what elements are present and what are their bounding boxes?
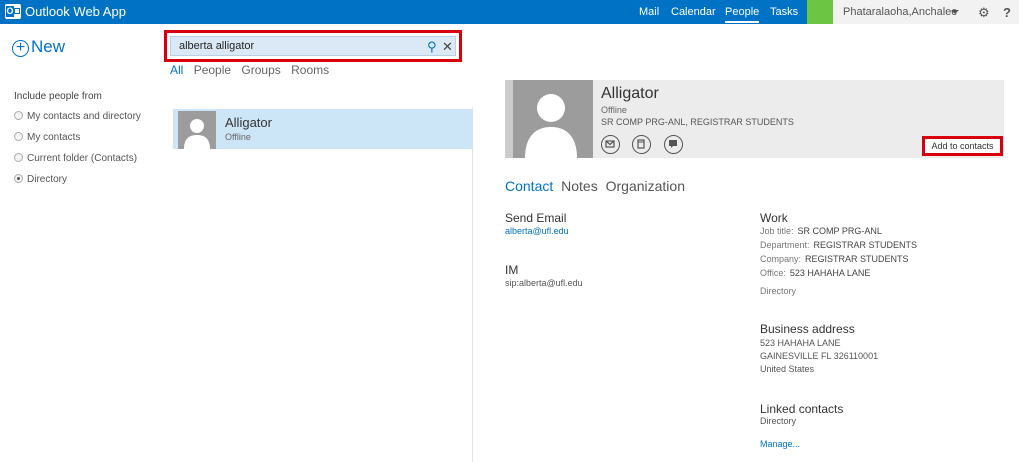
contact-actions	[601, 135, 691, 159]
contact-name: Alligator	[601, 85, 659, 102]
radio-icon[interactable]	[14, 111, 23, 120]
radio-current-folder[interactable]: Current folder (Contacts)	[14, 153, 137, 167]
radio-label[interactable]: My contacts and directory	[27, 111, 141, 122]
presence-block	[807, 0, 833, 24]
radio-selected-icon[interactable]	[14, 174, 23, 183]
contact-photo	[513, 80, 593, 158]
email-icon[interactable]	[601, 135, 620, 154]
department-row: Department: REGISTRAR STUDENTS	[760, 240, 917, 250]
filter-rooms[interactable]: Rooms	[291, 63, 329, 77]
office-row: Office: 523 HAHAHA LANE	[760, 268, 870, 278]
chevron-down-icon[interactable]	[951, 10, 959, 14]
radio-icon[interactable]	[14, 132, 23, 141]
person-silhouette-icon	[525, 94, 577, 158]
job-title-row: Job title: SR COMP PRG-ANL	[760, 226, 882, 236]
tab-notes[interactable]: Notes	[561, 178, 598, 194]
job-title-value: SR COMP PRG-ANL	[797, 226, 882, 236]
address-line-1: 523 HAHAHA LANE	[760, 338, 841, 348]
business-address-title: Business address	[760, 322, 855, 336]
search-box[interactable]: ⚲ ✕	[170, 36, 456, 56]
add-to-contacts-button[interactable]: Add to contacts	[925, 139, 1000, 153]
app-title: Outlook Web App	[25, 4, 126, 19]
user-menu[interactable]: Phataralaoha,Anchalee ⚙ ?	[833, 0, 1019, 24]
nav-people[interactable]: People	[725, 6, 760, 23]
top-bar: O Outlook Web App Mail Calendar People T…	[0, 0, 1019, 24]
office-value: 523 HAHAHA LANE	[789, 268, 871, 278]
nav-mail[interactable]: Mail	[639, 6, 659, 18]
linked-contacts-source: Directory	[760, 416, 797, 426]
result-status: Offline	[225, 132, 251, 142]
office-label: Office:	[760, 268, 786, 278]
avatar	[178, 111, 216, 149]
work-title: Work	[760, 211, 788, 225]
company-value: REGISTRAR STUDENTS	[805, 254, 909, 264]
new-label[interactable]: New	[31, 37, 65, 56]
person-silhouette-icon	[184, 119, 210, 149]
calendar-icon[interactable]	[632, 135, 652, 154]
work-source-label: Directory	[760, 286, 797, 296]
close-icon[interactable]: ✕	[442, 39, 453, 55]
filter-groups[interactable]: Groups	[241, 63, 280, 77]
contact-departments: SR COMP PRG-ANL, REGISTRAR STUDENTS	[601, 117, 794, 127]
email-link[interactable]: alberta@ufl.edu	[505, 226, 569, 236]
contact-status: Offline	[601, 105, 627, 115]
department-value: REGISTRAR STUDENTS	[813, 240, 918, 250]
results-list: Alligator Offline	[169, 107, 473, 462]
im-title: IM	[505, 263, 519, 277]
job-title-label: Job title:	[760, 226, 794, 236]
help-icon[interactable]: ?	[1003, 5, 1011, 20]
search-filters: All People Groups Rooms	[170, 63, 336, 77]
send-email-title: Send Email	[505, 211, 567, 225]
radio-icon[interactable]	[14, 153, 23, 162]
list-item[interactable]: Alligator Offline	[173, 109, 473, 149]
company-row: Company: REGISTRAR STUDENTS	[760, 254, 909, 264]
gear-icon[interactable]: ⚙	[978, 5, 990, 21]
photo-strip	[505, 80, 513, 158]
work-source: Directory	[760, 286, 796, 296]
search-input[interactable]	[179, 40, 409, 52]
nav-tasks[interactable]: Tasks	[770, 6, 798, 18]
address-line-3: United States	[760, 364, 815, 374]
filter-people[interactable]: People	[194, 63, 231, 77]
new-button[interactable]: + New	[12, 37, 65, 57]
user-name[interactable]: Phataralaoha,Anchalee	[843, 6, 957, 18]
company-label: Company:	[760, 254, 802, 264]
plus-circle-icon[interactable]: +	[12, 40, 29, 57]
linked-contacts-title: Linked contacts	[760, 402, 844, 416]
result-name: Alligator	[225, 115, 272, 130]
chat-icon[interactable]	[663, 135, 683, 154]
radio-my-contacts[interactable]: My contacts	[14, 132, 80, 146]
radio-label[interactable]: Current folder (Contacts)	[27, 153, 137, 164]
radio-label[interactable]: My contacts	[27, 132, 80, 143]
department-label: Department:	[760, 240, 810, 250]
nav-calendar[interactable]: Calendar	[671, 6, 716, 18]
manage-link[interactable]: Manage...	[760, 439, 800, 449]
tab-organization[interactable]: Organization	[606, 178, 685, 194]
include-people-title: Include people from	[14, 91, 102, 102]
add-to-contacts-highlight: Add to contacts	[922, 136, 1003, 156]
contact-tabs: Contact Notes Organization	[505, 178, 689, 194]
radio-my-contacts-and-directory[interactable]: My contacts and directory	[14, 111, 141, 125]
filter-all[interactable]: All	[170, 63, 183, 77]
im-address: sip:alberta@ufl.edu	[505, 278, 583, 288]
search-icon[interactable]: ⚲	[427, 39, 437, 55]
radio-directory[interactable]: Directory	[14, 174, 67, 188]
outlook-logo-icon: O	[5, 4, 21, 19]
tab-contact[interactable]: Contact	[505, 178, 553, 194]
address-line-2: GAINESVILLE FL 326110001	[760, 351, 879, 361]
logo-letter: O	[6, 6, 14, 17]
radio-label[interactable]: Directory	[27, 174, 67, 185]
